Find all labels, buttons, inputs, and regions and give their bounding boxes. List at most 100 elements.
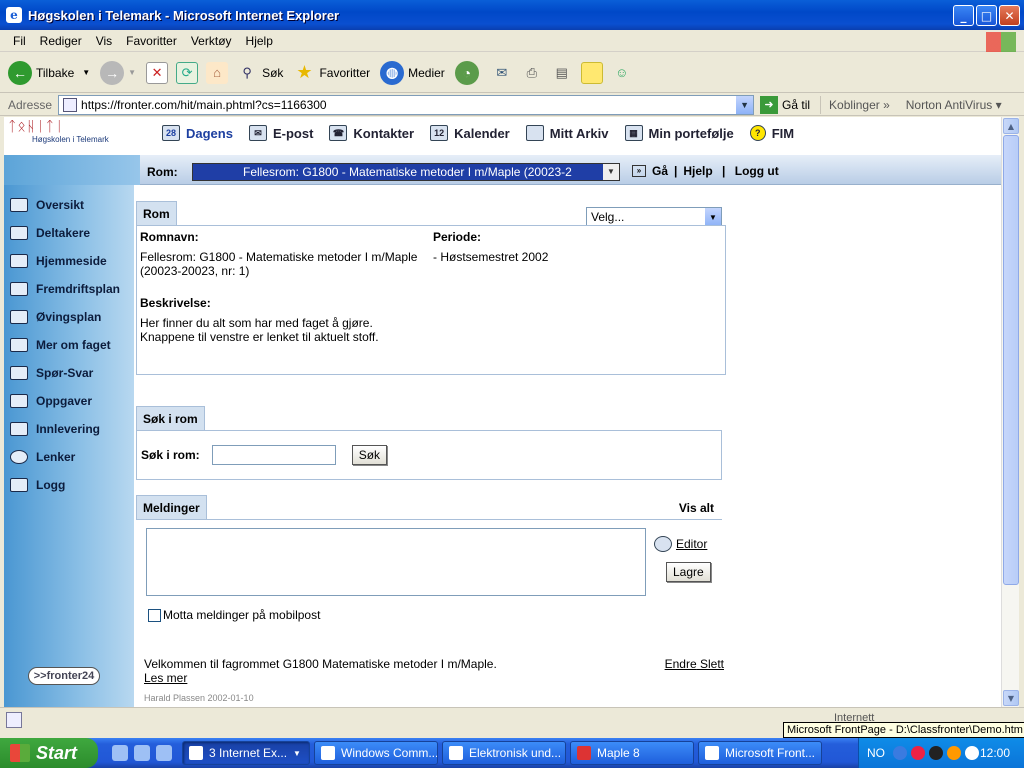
participants-icon	[10, 226, 28, 240]
sidebar-item-label: Fremdriftsplan	[36, 282, 121, 296]
task-maple[interactable]: Maple 8	[570, 741, 694, 765]
tray-app-icon[interactable]	[947, 746, 961, 760]
task-windows-commander[interactable]: Windows Comm...	[314, 741, 438, 765]
forward-dropdown-icon[interactable]: ▼	[128, 68, 136, 77]
task-frontpage[interactable]: Microsoft Front...	[698, 741, 822, 765]
note-icon[interactable]	[580, 61, 603, 84]
search-button[interactable]: Søk	[351, 445, 388, 465]
delete-link[interactable]: Slett	[700, 657, 724, 671]
sidebar-item-label: Logg	[36, 478, 66, 492]
start-button[interactable]: Start	[0, 738, 98, 768]
sidebar-item-oversikt[interactable]: Oversikt	[4, 191, 134, 219]
task-elektronisk[interactable]: Elektronisk und...	[442, 741, 566, 765]
tray-arrow-icon[interactable]	[893, 746, 907, 760]
main-content: Rom Velg... ▼ Romnavn: Fellesrom: G1800 …	[136, 201, 736, 707]
address-input[interactable]: https://fronter.com/hit/main.phtml?cs=11…	[58, 94, 755, 115]
title-bar[interactable]: e Høgskolen i Telemark - Microsoft Inter…	[0, 0, 1024, 30]
nav-epost[interactable]: ✉ E-post	[248, 125, 313, 141]
sidebar-item-ovingsplan[interactable]: Øvingsplan	[4, 303, 134, 331]
maximize-button[interactable]: □	[976, 5, 997, 26]
refresh-icon[interactable]: ⟳	[176, 61, 199, 84]
menu-hjelp[interactable]: Hjelp	[239, 34, 280, 48]
page-icon	[63, 97, 78, 112]
vertical-scrollbar[interactable]: ▲ ▼	[1001, 117, 1019, 707]
sidebar-item-lenker[interactable]: Lenker	[4, 443, 134, 471]
back-dropdown-icon[interactable]: ▼	[82, 68, 90, 77]
scroll-up-icon[interactable]: ▲	[1003, 118, 1019, 134]
menu-fil[interactable]: Fil	[6, 34, 33, 48]
search-tab: Søk i rom	[136, 406, 205, 430]
messenger-icon[interactable]: ☺	[611, 62, 633, 84]
menu-vis[interactable]: Vis	[89, 34, 119, 48]
sidebar-item-oppgaver[interactable]: Oppgaver	[4, 387, 134, 415]
nav-kalender[interactable]: 12 Kalender	[430, 125, 510, 141]
links-button[interactable]: Koblinger »	[821, 98, 898, 112]
nav-fim[interactable]: ? FIM	[749, 125, 794, 141]
news-item: Velkommen til fagrommet G1800 Matematisk…	[144, 657, 724, 703]
norton-button[interactable]: Norton AntiVirus ▾	[898, 98, 1010, 112]
tray-search-icon[interactable]	[965, 746, 979, 760]
maple-icon	[577, 746, 591, 760]
sidebar-item-fremdriftsplan[interactable]: Fremdriftsplan	[4, 275, 134, 303]
menu-verktoy[interactable]: Verktøy	[184, 34, 239, 48]
description-label: Beskrivelse:	[140, 296, 211, 310]
nav-mitt-arkiv[interactable]: Mitt Arkiv	[525, 125, 609, 141]
school-logo[interactable]: ᛏᛟᚺᛁᛏᛁ Høgskolen i Telemark	[8, 119, 118, 155]
history-icon[interactable]: ◔	[454, 60, 479, 85]
show-all-link[interactable]: Vis alt	[679, 501, 714, 515]
address-url: https://fronter.com/hit/main.phtml?cs=11…	[81, 97, 327, 112]
room-select[interactable]: Fellesrom: G1800 - Matematiske metoder I…	[192, 163, 620, 181]
language-indicator[interactable]: NO	[867, 746, 885, 760]
mail-icon[interactable]: ✉	[491, 62, 513, 84]
favorites-button[interactable]: ★ Favoritter	[293, 62, 370, 84]
sidebar-item-mer-om-faget[interactable]: Mer om faget	[4, 331, 134, 359]
nav-min-portefolje[interactable]: ▦ Min portefølje	[624, 125, 734, 141]
sidebar-item-logg[interactable]: Logg	[4, 471, 134, 499]
nav-kontakter[interactable]: ☎ Kontakter	[329, 125, 414, 141]
menu-rediger[interactable]: Rediger	[33, 34, 89, 48]
task-internet-explorer[interactable]: 3 Internet Ex... ▼	[182, 741, 310, 765]
media-quick-launch-icon[interactable]	[156, 745, 172, 761]
choose-select[interactable]: Velg... ▼	[586, 207, 722, 227]
edit-link[interactable]: Endre	[665, 657, 697, 671]
tray-app-icon[interactable]	[929, 746, 943, 760]
mobile-mail-checkbox[interactable]: Motta meldinger på mobilpost	[148, 608, 320, 622]
menu-favoritter[interactable]: Favoritter	[119, 34, 184, 48]
save-button[interactable]: Lagre	[666, 562, 711, 582]
message-textarea[interactable]	[146, 528, 646, 596]
ie-quick-launch-icon[interactable]	[134, 745, 150, 761]
nav-dagens[interactable]: 28 Dagens	[162, 125, 233, 141]
logout-link[interactable]: Logg ut	[735, 164, 779, 178]
scroll-thumb[interactable]	[1003, 135, 1019, 585]
forward-button[interactable]: → ▼	[100, 60, 136, 85]
sidebar-item-deltakere[interactable]: Deltakere	[4, 219, 134, 247]
top-navigation: 28 Dagens ✉ E-post ☎ Kontakter 12 Kalender M…	[162, 125, 794, 141]
editor-link[interactable]: Editor	[654, 536, 707, 552]
go-icon[interactable]: »	[632, 165, 646, 177]
edit-icon[interactable]: ▤	[551, 62, 573, 84]
sidebar-item-hjemmeside[interactable]: Hjemmeside	[4, 247, 134, 275]
media-button[interactable]: ◍ Medier	[380, 60, 445, 85]
scroll-down-icon[interactable]: ▼	[1003, 690, 1019, 706]
home-icon[interactable]: ⌂	[206, 61, 229, 84]
minimize-button[interactable]: _	[953, 5, 974, 26]
fronter-logo[interactable]: >>fronter24	[28, 667, 100, 685]
tray-app-icon[interactable]	[911, 746, 925, 760]
stop-icon[interactable]: ✕	[146, 61, 169, 84]
print-icon[interactable]: ⎙	[521, 62, 543, 84]
show-desktop-icon[interactable]	[112, 745, 128, 761]
sidebar-item-spor-svar[interactable]: Spør-Svar	[4, 359, 134, 387]
close-button[interactable]: ✕	[999, 5, 1020, 26]
help-icon: ?	[749, 125, 766, 141]
search-button[interactable]: ⚲ Søk	[236, 62, 283, 84]
sidebar-item-innlevering[interactable]: Innlevering	[4, 415, 134, 443]
room-go-link[interactable]: Gå	[652, 164, 668, 178]
help-link[interactable]: Hjelp	[683, 164, 712, 178]
room-search-input[interactable]	[211, 445, 336, 465]
address-dropdown-icon[interactable]: ▼	[736, 95, 754, 114]
back-button[interactable]: ← Tilbake ▼	[8, 60, 90, 85]
go-arrow-icon: ➜	[760, 95, 779, 114]
go-button[interactable]: ➜ Gå til	[760, 95, 822, 114]
room-label: Rom:	[147, 165, 178, 179]
read-more-link[interactable]: Les mer	[144, 671, 724, 685]
